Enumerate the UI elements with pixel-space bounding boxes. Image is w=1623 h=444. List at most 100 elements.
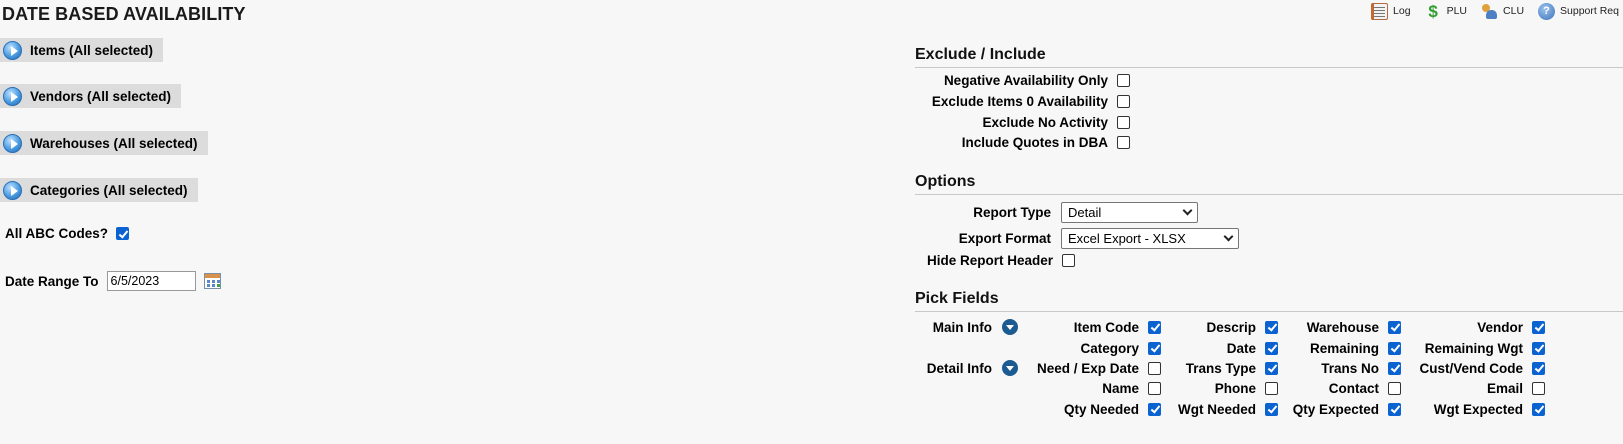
vendors-section-toggle[interactable]: Vendors (All selected) xyxy=(0,84,182,108)
include-quotes-label: Include Quotes in DBA xyxy=(961,135,1108,150)
expand-arrow-icon xyxy=(3,180,22,200)
pick-field-qty-expected: Qty Expected xyxy=(1281,399,1401,419)
pick-field-label: Wgt Expected xyxy=(1433,401,1523,417)
exclude-no-activity-row: Exclude No Activity xyxy=(915,115,1130,130)
pick-field-vendor: Vendor xyxy=(1405,317,1545,337)
pick-field-label: Qty Needed xyxy=(1063,401,1139,417)
email-checkbox[interactable] xyxy=(1532,381,1545,395)
clu-label: CLU xyxy=(1503,5,1525,17)
clu-button[interactable]: CLU xyxy=(1481,3,1524,20)
options-heading: Options xyxy=(915,173,1623,195)
log-button[interactable]: Log xyxy=(1371,2,1411,20)
cust-vend-code-checkbox[interactable] xyxy=(1532,361,1545,375)
pick-field-label: Category xyxy=(1080,340,1139,356)
category-checkbox[interactable] xyxy=(1148,341,1161,355)
warehouse-checkbox[interactable] xyxy=(1388,320,1401,334)
wgt-expected-checkbox[interactable] xyxy=(1532,402,1545,416)
pick-field-wgt-expected: Wgt Expected xyxy=(1405,399,1545,419)
plu-button[interactable]: $ PLU xyxy=(1425,3,1467,20)
pick-field-label: Wgt Needed xyxy=(1177,401,1256,417)
help-icon: ? xyxy=(1538,2,1556,20)
abc-codes-row: All ABC Codes? xyxy=(5,226,130,241)
vendor-checkbox[interactable] xyxy=(1532,320,1545,334)
pick-field-label: Vendor xyxy=(1477,319,1523,335)
expand-arrow-icon xyxy=(3,86,22,106)
pick-field-name: Name xyxy=(1001,378,1161,398)
pick-field-wgt-needed: Wgt Needed xyxy=(1168,399,1278,419)
log-icon xyxy=(1371,2,1389,20)
trans-no-checkbox[interactable] xyxy=(1388,361,1401,375)
wgt-needed-checkbox[interactable] xyxy=(1265,402,1278,416)
pick-field-date: Date xyxy=(1168,338,1278,358)
negative-availability-checkbox[interactable] xyxy=(1117,74,1130,87)
export-format-value: Excel Export - XLSX xyxy=(1068,231,1186,246)
pick-field-label: Descrip xyxy=(1206,319,1256,335)
pick-field-descrip: Descrip xyxy=(1168,317,1278,337)
page-title: DATE BASED AVAILABILITY xyxy=(2,4,246,24)
pick-field-label: Qty Expected xyxy=(1292,401,1379,417)
pick-field-phone: Phone xyxy=(1168,378,1278,398)
negative-availability-label: Negative Availability Only xyxy=(943,73,1108,88)
export-format-select[interactable]: Excel Export - XLSX xyxy=(1061,228,1239,249)
trans-type-checkbox[interactable] xyxy=(1265,361,1278,375)
remaining-wgt-checkbox[interactable] xyxy=(1532,341,1545,355)
hide-report-header-checkbox[interactable] xyxy=(1062,254,1075,267)
pick-field-label: Phone xyxy=(1214,380,1256,396)
pick-field-label: Remaining xyxy=(1309,340,1379,356)
pick-field-qty-needed: Qty Needed xyxy=(1001,399,1161,419)
exclude-include-heading: Exclude / Include xyxy=(915,46,1623,68)
date-range-input[interactable] xyxy=(106,271,196,291)
calendar-icon[interactable] xyxy=(203,273,221,289)
pick-field-remaining-wgt: Remaining Wgt xyxy=(1405,338,1545,358)
pick-field-item-code: Item Code xyxy=(1001,317,1161,337)
pick-fields-heading: Pick Fields xyxy=(915,290,1623,312)
pick-field-trans-type: Trans Type xyxy=(1168,358,1278,378)
exclude-no-activity-label: Exclude No Activity xyxy=(982,115,1108,130)
pick-field-category: Category xyxy=(1001,338,1161,358)
exclude-zero-availability-checkbox[interactable] xyxy=(1117,95,1130,108)
expand-arrow-icon xyxy=(3,133,22,153)
exclude-no-activity-checkbox[interactable] xyxy=(1117,116,1130,129)
descrip-checkbox[interactable] xyxy=(1265,320,1278,334)
report-type-row: Report Type Detail xyxy=(915,202,1198,223)
qty-needed-checkbox[interactable] xyxy=(1148,402,1161,416)
item-code-checkbox[interactable] xyxy=(1148,320,1161,334)
include-quotes-row: Include Quotes in DBA xyxy=(915,135,1130,150)
expand-arrow-icon xyxy=(3,40,22,60)
detail-info-label: Detail Info xyxy=(926,360,992,376)
need-exp-date-checkbox[interactable] xyxy=(1148,361,1161,375)
date-checkbox[interactable] xyxy=(1265,341,1278,355)
pick-field-label: Need / Exp Date xyxy=(1036,360,1139,376)
items-section-toggle[interactable]: Items (All selected) xyxy=(0,38,164,62)
plu-label: PLU xyxy=(1446,5,1468,17)
vendors-section-label: Vendors (All selected) xyxy=(30,88,172,104)
pick-field-remaining: Remaining xyxy=(1281,338,1401,358)
categories-section-toggle[interactable]: Categories (All selected) xyxy=(0,178,198,202)
negative-availability-row: Negative Availability Only xyxy=(915,73,1130,88)
abc-codes-checkbox[interactable] xyxy=(116,227,130,240)
name-checkbox[interactable] xyxy=(1148,381,1161,395)
support-req-label: Support Req xyxy=(1560,5,1619,17)
warehouses-section-label: Warehouses (All selected) xyxy=(30,135,198,151)
pick-field-warehouse: Warehouse xyxy=(1281,317,1401,337)
include-quotes-checkbox[interactable] xyxy=(1117,136,1130,149)
support-req-button[interactable]: ? Support Req xyxy=(1538,2,1619,20)
pick-field-contact: Contact xyxy=(1281,378,1401,398)
report-type-select[interactable]: Detail xyxy=(1061,202,1198,223)
pick-field-label: Email xyxy=(1486,380,1523,396)
contact-checkbox[interactable] xyxy=(1388,381,1401,395)
pick-field-label: Cust/Vend Code xyxy=(1419,360,1523,376)
pick-field-label: Remaining Wgt xyxy=(1424,340,1523,356)
hide-report-header-label: Hide Report Header xyxy=(926,253,1053,268)
pick-field-trans-no: Trans No xyxy=(1281,358,1401,378)
remaining-checkbox[interactable] xyxy=(1388,341,1401,355)
items-section-label: Items (All selected) xyxy=(30,42,154,58)
qty-expected-checkbox[interactable] xyxy=(1388,402,1401,416)
report-type-value: Detail xyxy=(1068,205,1102,220)
pick-field-email: Email xyxy=(1405,378,1545,398)
date-range-row: Date Range To xyxy=(5,271,221,291)
date-range-label: Date Range To xyxy=(5,273,99,289)
phone-checkbox[interactable] xyxy=(1265,381,1278,395)
warehouses-section-toggle[interactable]: Warehouses (All selected) xyxy=(0,131,208,155)
pick-field-label: Warehouse xyxy=(1306,319,1379,335)
